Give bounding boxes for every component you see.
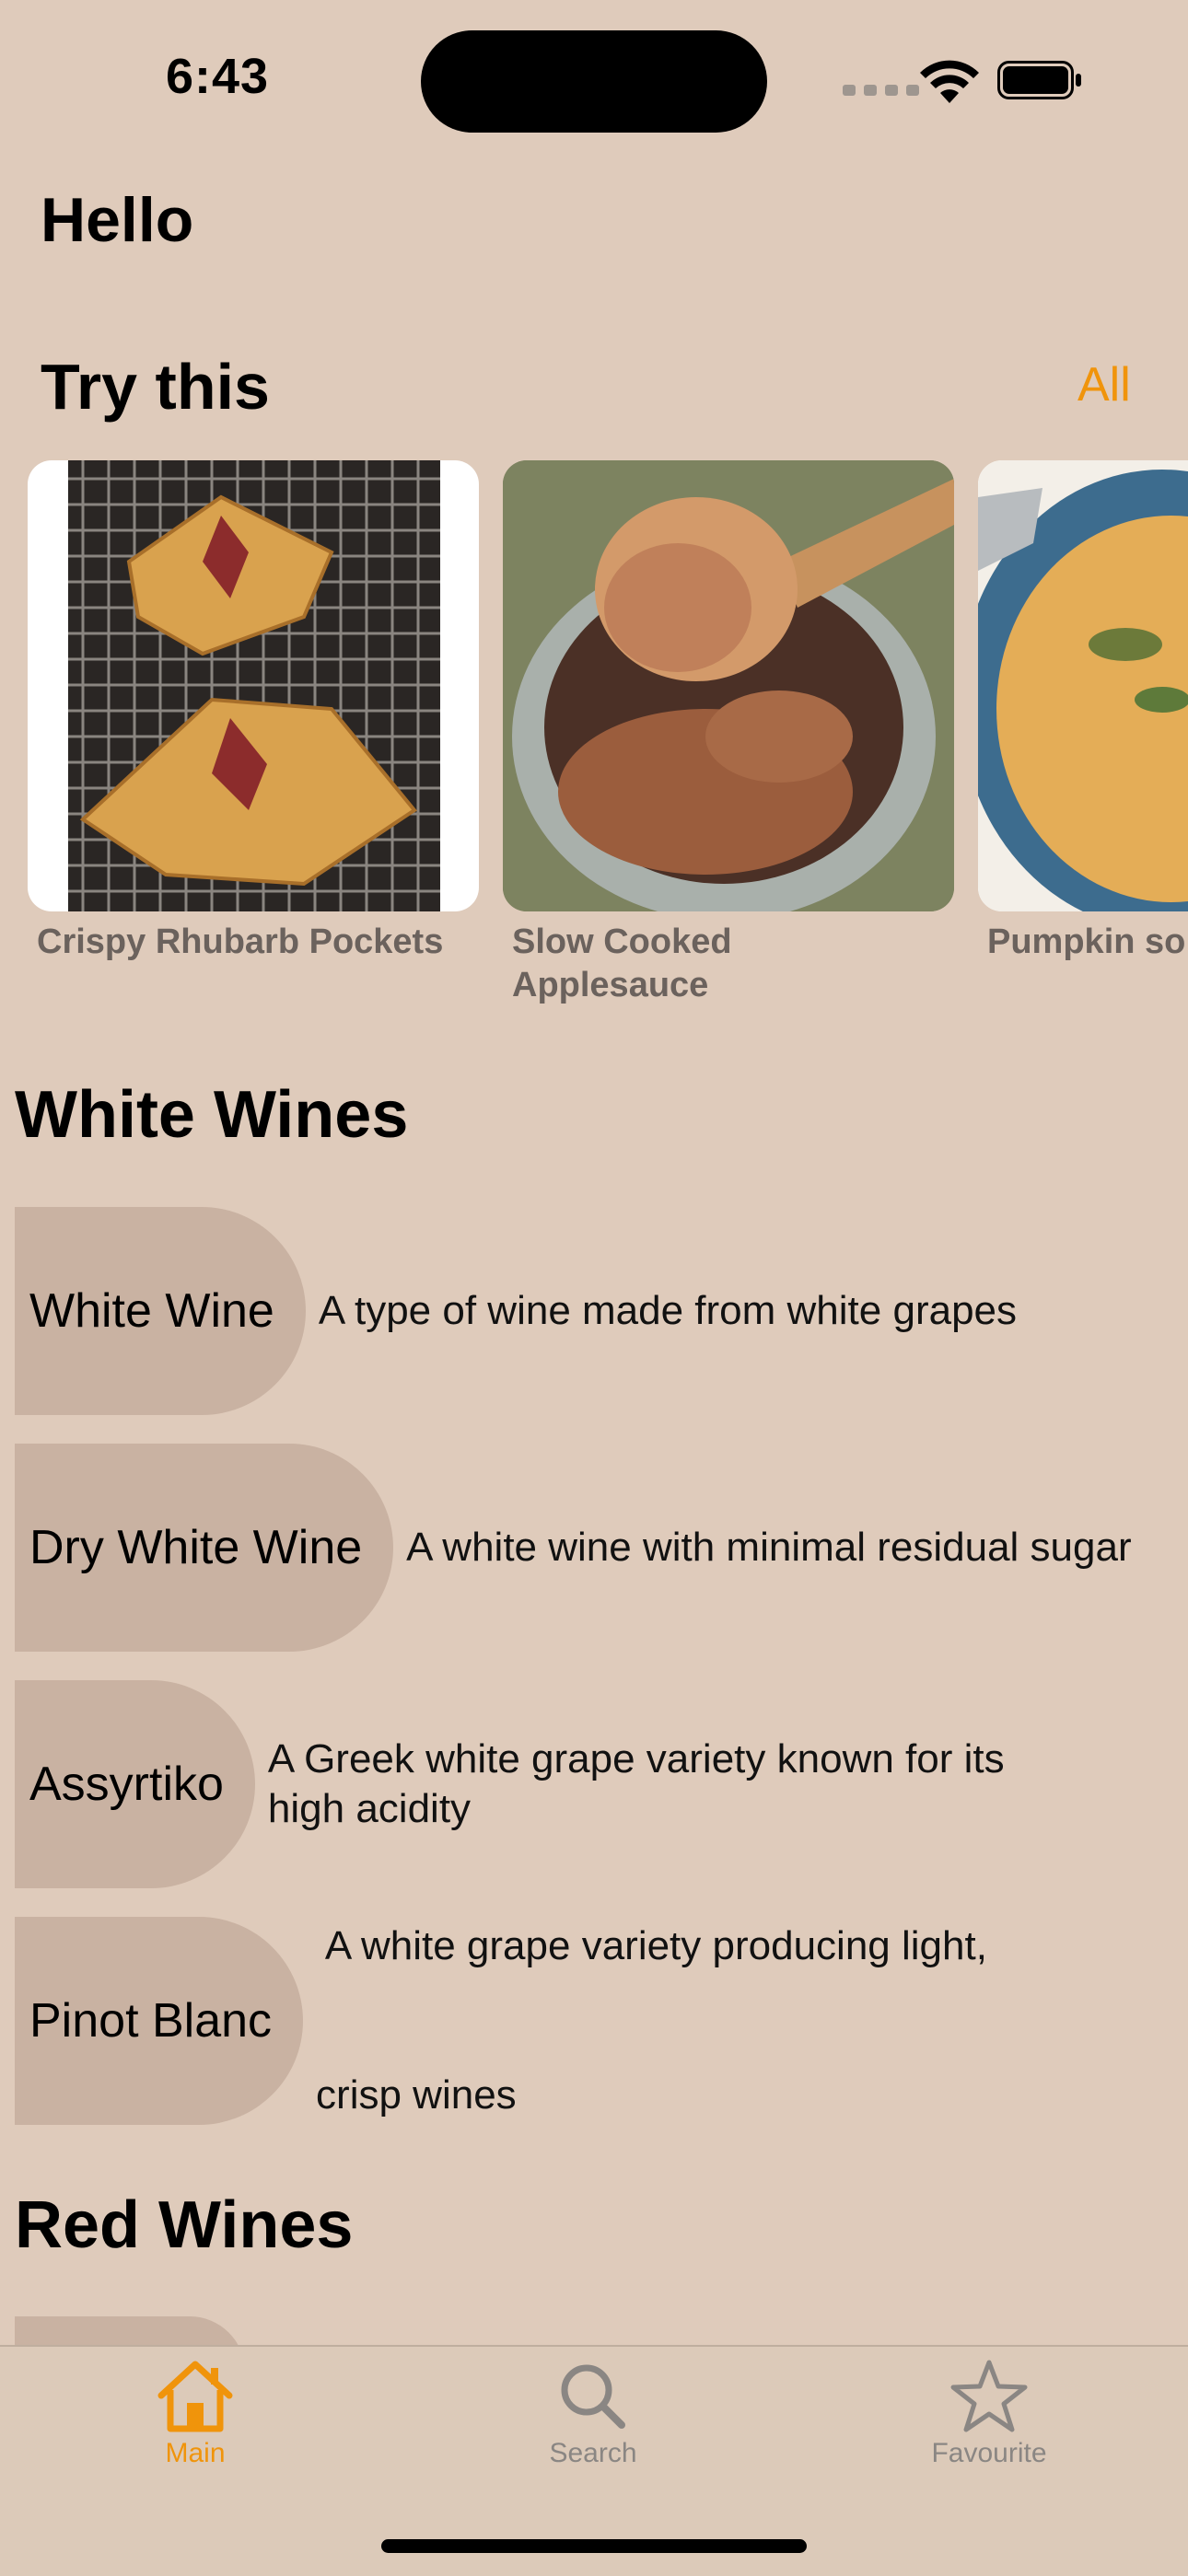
try-this-title: Try this — [41, 351, 270, 423]
recipe-image — [68, 460, 440, 911]
tab-label: Main — [165, 2438, 226, 2468]
wine-name-pill: Pinot Blanc — [15, 1917, 304, 2125]
wifi-icon — [920, 60, 979, 103]
wine-row-pinot-blanc[interactable]: Pinot Blanc A white grape variety produc… — [15, 1917, 987, 2125]
house-icon — [157, 2361, 233, 2432]
recipe-title-pumpkin: Pumpkin so — [987, 922, 1186, 961]
tab-search[interactable]: Search — [483, 2359, 704, 2469]
tab-main[interactable]: Main — [85, 2359, 306, 2469]
recipe-image — [978, 460, 1188, 911]
tab-label: Favourite — [931, 2438, 1047, 2468]
wine-row-dry-white-wine[interactable]: Dry White Wine A white wine with minimal… — [15, 1444, 1132, 1652]
battery-icon — [997, 61, 1081, 99]
wine-name-pill: Dry White Wine — [15, 1444, 394, 1652]
status-time: 6:43 — [166, 49, 270, 104]
recipe-card-rhubarb[interactable] — [28, 460, 479, 911]
recipe-title-applesauce: Slow Cooked Applesauce — [512, 922, 732, 1004]
cellular-signal-icon — [843, 85, 919, 96]
star-icon — [950, 2360, 1028, 2432]
wine-description: A white wine with minimal residual sugar — [406, 1525, 1132, 1570]
red-wines-title: Red Wines — [15, 2188, 354, 2262]
tab-favourite[interactable]: Favourite — [879, 2359, 1100, 2469]
home-indicator[interactable] — [381, 2539, 807, 2553]
magnifier-icon — [561, 2364, 625, 2429]
wine-description: A type of wine made from white grapes — [318, 1288, 1018, 1333]
recipe-card-pumpkin[interactable] — [978, 460, 1188, 911]
wine-name-pill: Assyrtiko — [15, 1680, 255, 1888]
tab-label: Search — [549, 2438, 637, 2468]
greeting-title: Hello — [41, 185, 194, 255]
recipe-image — [503, 460, 954, 911]
wine-description: A white grape variety producing light, c… — [316, 1923, 987, 2118]
recipe-card-applesauce[interactable] — [503, 460, 954, 911]
wine-row-white-wine[interactable]: White Wine A type of wine made from whit… — [15, 1207, 1017, 1415]
dynamic-island — [421, 30, 767, 133]
wine-description: A Greek white grape variety known for it… — [267, 1736, 1005, 1831]
white-wines-title: White Wines — [15, 1078, 409, 1152]
recipe-title-rhubarb: Crispy Rhubarb Pockets — [37, 922, 444, 961]
see-all-button[interactable]: All — [1077, 357, 1131, 412]
wine-name-pill: White Wine — [15, 1207, 306, 1415]
